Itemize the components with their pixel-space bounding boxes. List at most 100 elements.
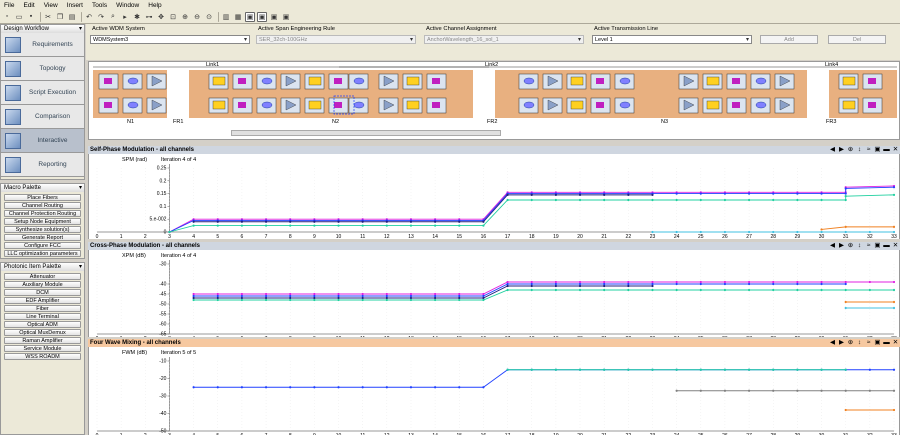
zoom-out-icon[interactable]: ⊖ [192,12,202,22]
chart-icon[interactable]: ≈ [864,339,873,347]
panel-menu-icon[interactable]: ▾ [79,25,82,33]
cut-icon[interactable]: ✂ [43,12,53,22]
topology-scrollbar[interactable] [231,130,501,136]
menu-tools[interactable]: Tools [92,2,107,9]
series-point [844,306,847,310]
export-icon[interactable]: ▣ [873,339,882,347]
x-tick-label: 21 [601,336,607,337]
minimize-icon[interactable]: ▬ [882,146,891,154]
export-icon[interactable]: ▣ [873,242,882,250]
grid-icon[interactable]: ▦ [233,12,243,22]
zoom-in-icon[interactable]: ⊕ [180,12,190,22]
node-icon[interactable]: ✱ [132,12,142,22]
item-fiber[interactable]: Fiber [4,305,81,312]
run-icon[interactable]: ▸ [120,12,130,22]
item-edf-amplifier[interactable]: EDF Amplifier [4,297,81,304]
line-select[interactable]: Level 1 [592,35,752,44]
macro-llc-optimization[interactable]: LLC optimization parameters [4,250,81,257]
item-dcm[interactable]: DCM [4,289,81,296]
module-mark [334,78,342,84]
menu-view[interactable]: View [44,2,58,9]
open-icon[interactable]: ▭ [14,12,24,22]
macro-configure-fcc[interactable]: Configure FCC [4,242,81,249]
close-icon[interactable]: ✕ [891,242,900,250]
topology-canvas[interactable]: Link1 Link2 Link4 N1 FR1 N2 FR2 N3 FR3 [88,61,900,140]
minimize-icon[interactable]: ▬ [882,242,891,250]
item-wss-roadm[interactable]: WSS ROADM [4,353,81,360]
arrow-left-icon[interactable]: ◀ [828,146,837,154]
menu-window[interactable]: Window [116,2,139,9]
view-c-icon[interactable]: ▣ [269,12,279,22]
fit-icon[interactable]: ⊡ [168,12,178,22]
zoom-icon[interactable]: ⊕ [846,146,855,154]
menu-insert[interactable]: Insert [67,2,83,9]
workflow-script-execution[interactable]: Script Execution [1,81,84,105]
search-icon[interactable]: ⌕ [108,12,118,22]
zoom-icon[interactable]: ⊕ [846,242,855,250]
item-attenuator[interactable]: Attenuator [4,273,81,280]
add-button[interactable]: Add [760,35,818,44]
item-optical-muxdemux[interactable]: Optical MuxDemux [4,329,81,336]
macro-generate-report[interactable]: Generate Report [4,234,81,241]
redo-icon[interactable]: ↷ [96,12,106,22]
chart-icon[interactable]: ≈ [864,242,873,250]
arrow-left-icon[interactable]: ◀ [828,339,837,347]
workflow-requirements[interactable]: Requirements [1,33,84,57]
new-icon[interactable]: ▫ [2,12,12,22]
workflow-reporting[interactable]: Reporting [1,153,84,177]
arrow-right-icon[interactable]: ▶ [837,146,846,154]
sort-icon[interactable]: ↕ [855,146,864,154]
macro-channel-routing[interactable]: Channel Routing [4,202,81,209]
macro-synthesize[interactable]: Synthesize solution(s) [4,226,81,233]
wdm-select[interactable]: WDMSystem3 [90,35,250,44]
node-label: FR3 [826,119,837,125]
view-d-icon[interactable]: ▣ [281,12,291,22]
item-line-terminal[interactable]: Line Terminal [4,313,81,320]
item-raman-amplifier[interactable]: Raman Amplifier [4,337,81,344]
save-icon[interactable]: ▪ [26,12,36,22]
macro-place-fibers[interactable]: Place Fibers [4,194,81,201]
close-icon[interactable]: ✕ [891,146,900,154]
undo-icon[interactable]: ↶ [84,12,94,22]
channel-select[interactable]: AnchorWavelength_16_sol_1 [424,35,584,44]
y-tick-label: -40 [159,411,166,417]
workflow-topology[interactable]: Topology [1,57,84,81]
move-icon[interactable]: ✥ [156,12,166,22]
macro-channel-protection[interactable]: Channel Protection Routing [4,210,81,217]
menu-edit[interactable]: Edit [23,2,34,9]
series-point [313,296,316,300]
close-icon[interactable]: ✕ [891,339,900,347]
arrow-right-icon[interactable]: ▶ [837,242,846,250]
menu-file[interactable]: File [4,2,14,9]
chart-icon[interactable]: ≈ [864,146,873,154]
workflow-interactive[interactable]: Interactive [1,129,84,153]
item-auxiliary-module[interactable]: Auxiliary Module [4,281,81,288]
arrow-right-icon[interactable]: ▶ [837,339,846,347]
panel-menu-icon[interactable]: ▾ [79,184,82,192]
view-a-icon[interactable]: ▣ [245,11,255,22]
workflow-comparison[interactable]: Comparison [1,105,84,129]
layout-icon[interactable]: ▥ [221,12,231,22]
panel-menu-icon[interactable]: ▾ [79,263,82,271]
series-point [337,220,340,223]
del-button[interactable]: Del [828,35,886,44]
minimize-icon[interactable]: ▬ [882,339,891,347]
zoom-icon[interactable]: ⊕ [846,339,855,347]
view-b-icon[interactable]: ▣ [257,11,267,22]
item-optical-adm[interactable]: Optical ADM [4,321,81,328]
module-mark [596,78,604,84]
link-icon[interactable]: ⊶ [144,12,154,22]
sort-icon[interactable]: ↕ [855,339,864,347]
series-point [554,368,557,371]
macro-setup-node[interactable]: Setup Node Equipment [4,218,81,225]
paste-icon[interactable]: ▤ [67,12,77,22]
item-service-module[interactable]: Service Module [4,345,81,352]
export-icon[interactable]: ▣ [873,146,882,154]
span-select[interactable]: SER_32ch-100GHz [256,35,416,44]
zoom-select-icon[interactable]: ⊙ [204,12,214,22]
arrow-left-icon[interactable]: ◀ [828,242,837,250]
link-label: Link2 [485,62,499,68]
copy-icon[interactable]: ❐ [55,12,65,22]
sort-icon[interactable]: ↕ [855,242,864,250]
menu-help[interactable]: Help [148,2,161,9]
